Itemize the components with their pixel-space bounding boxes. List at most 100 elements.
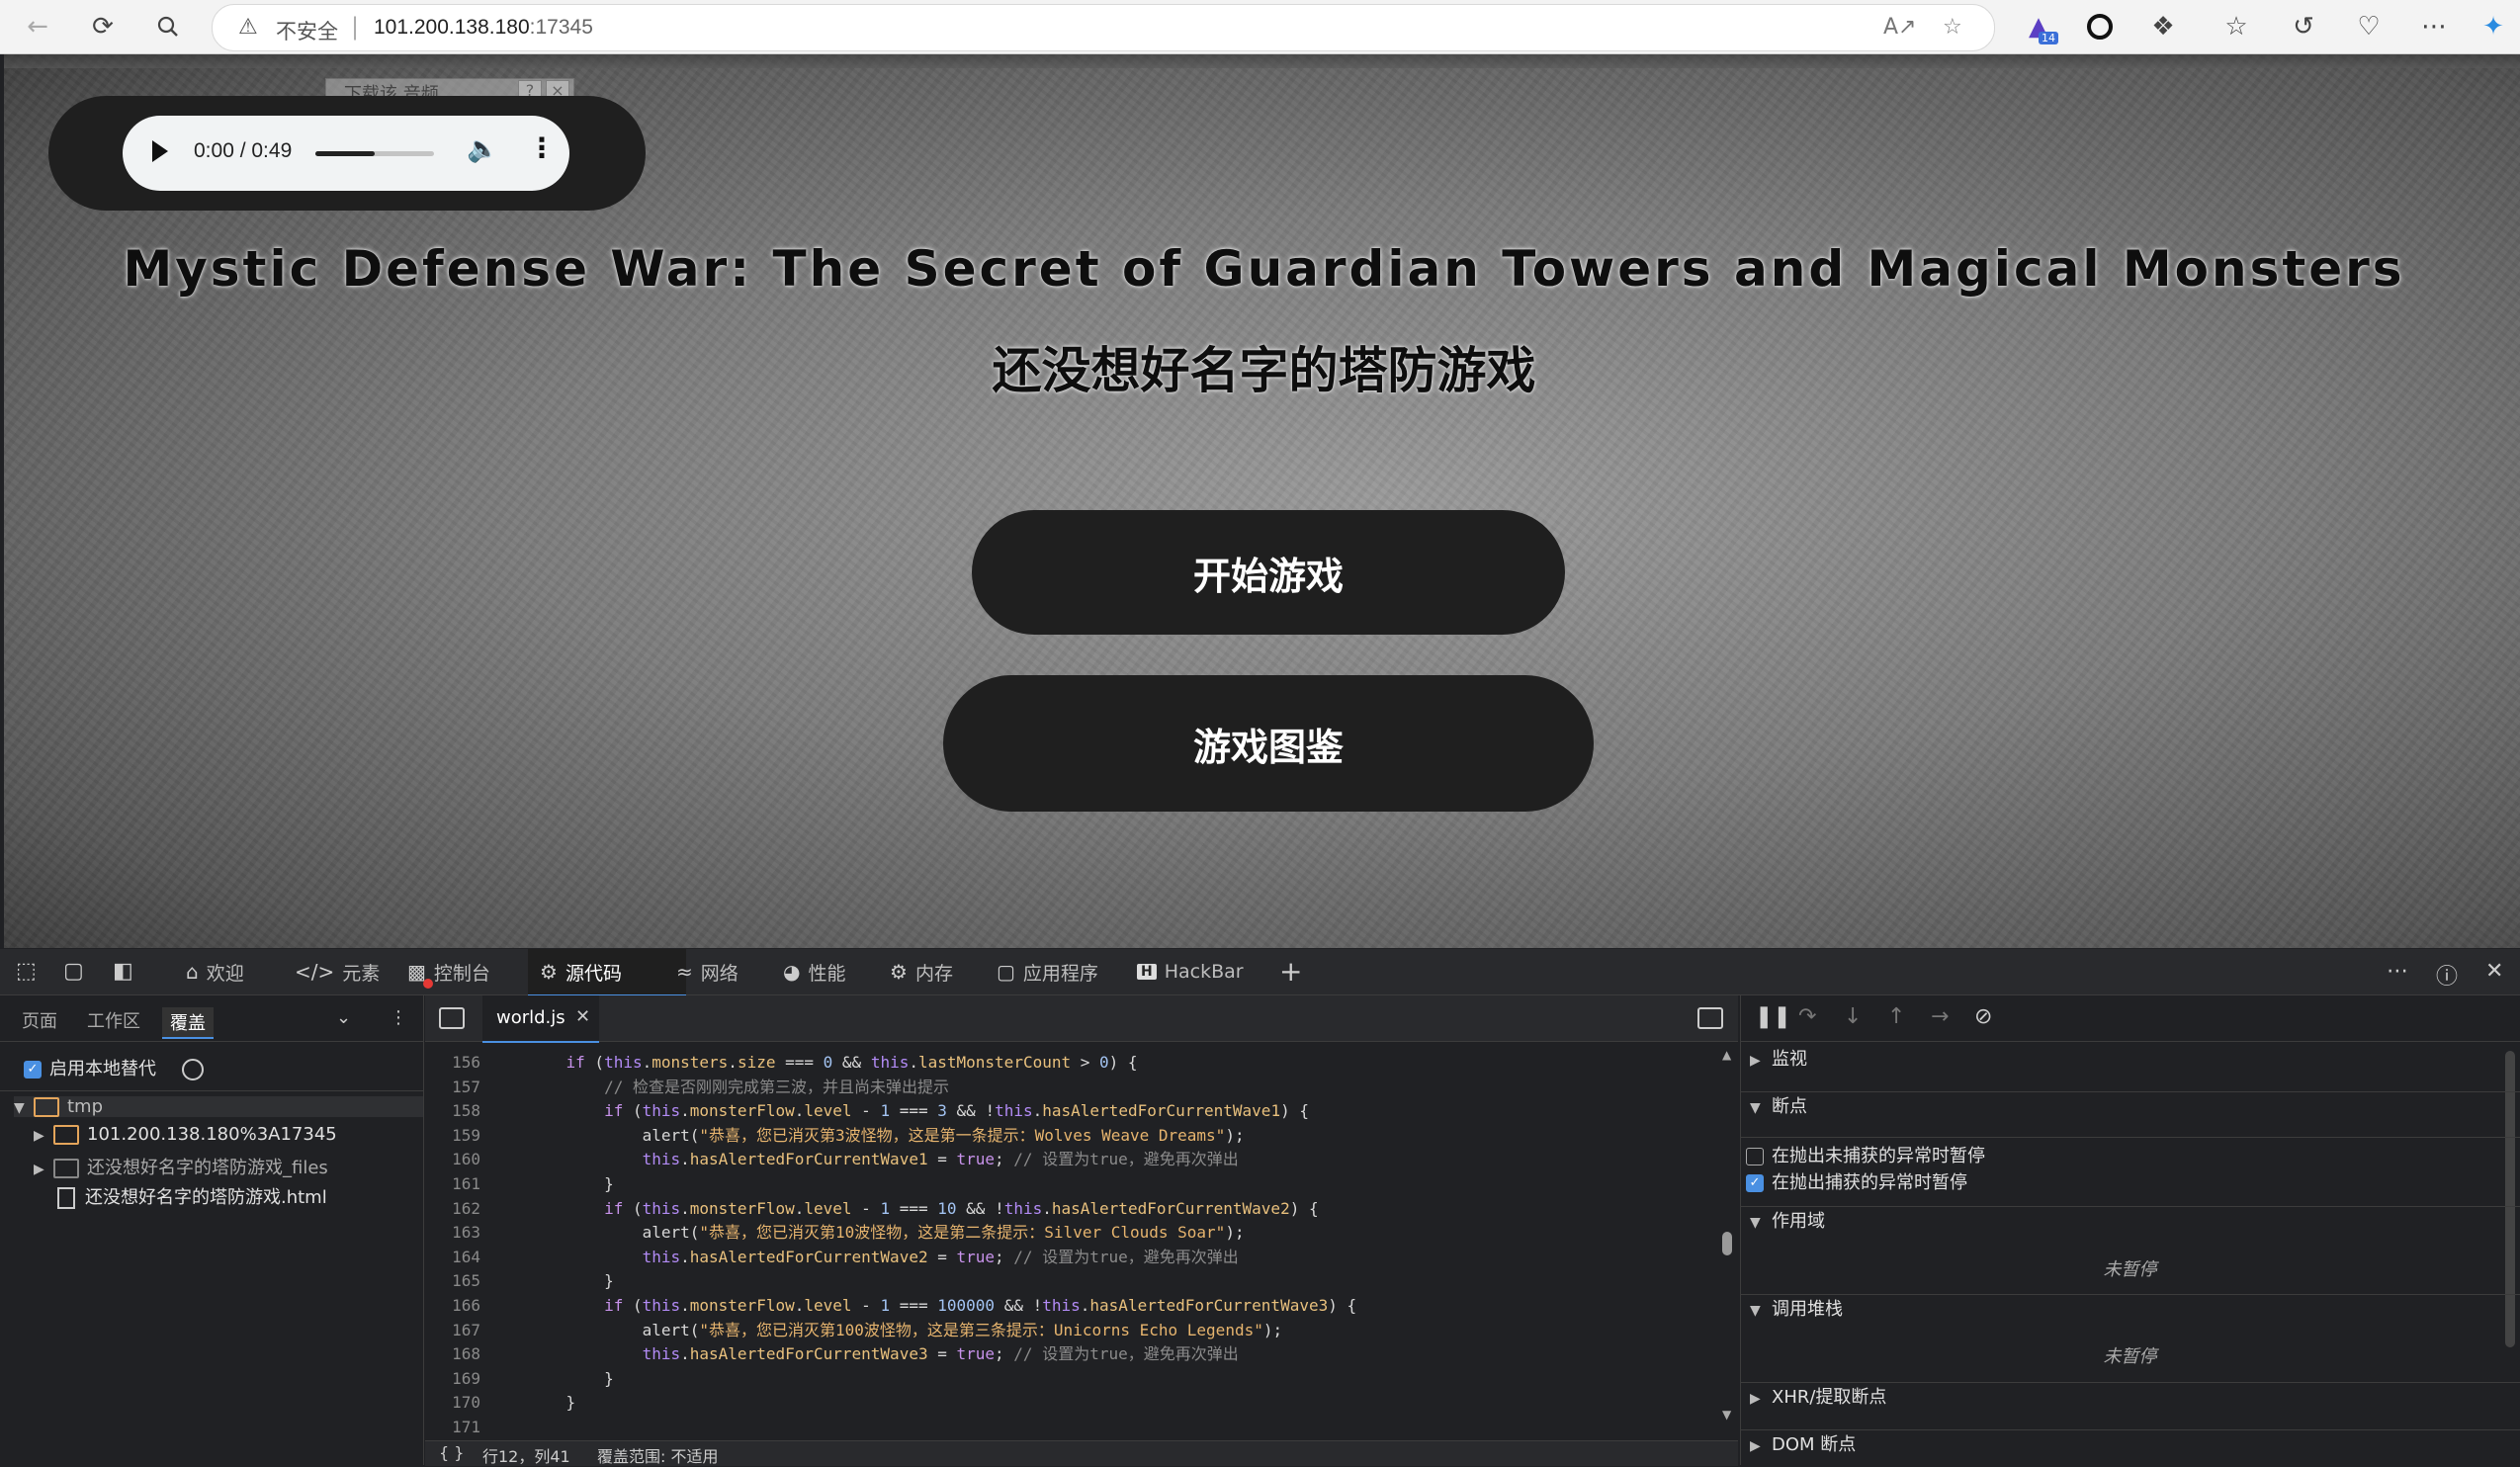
step-over-icon[interactable]: ↷ [1798, 1004, 1816, 1029]
game-gallery-button[interactable]: 游戏图鉴 [943, 675, 1594, 812]
nav-tab-overrides[interactable]: 覆盖 [162, 1007, 214, 1039]
line-number[interactable]: 163 [425, 1220, 480, 1245]
performance-icon[interactable]: ♡ [2351, 9, 2387, 44]
code-line[interactable]: 164 this.hasAlertedForCurrentWave2 = tru… [425, 1245, 1720, 1269]
section-watch[interactable]: ▶ 监视 [1740, 1045, 2520, 1084]
favorites-icon[interactable]: ☆ [2218, 9, 2254, 44]
copilot-icon[interactable]: ✦ [2476, 9, 2511, 44]
line-number[interactable]: 156 [425, 1050, 480, 1075]
tree-root-tmp[interactable]: ▼ tmp [14, 1096, 423, 1117]
play-icon[interactable] [152, 140, 168, 162]
line-number[interactable]: 157 [425, 1075, 480, 1099]
line-number[interactable]: 169 [425, 1366, 480, 1391]
code-line[interactable]: 167 alert("恭喜，您已消灭第100波怪物，这是第三条提示：Unicor… [425, 1318, 1720, 1342]
pause-uncaught-checkbox[interactable]: 在抛出未捕获的异常时暂停 [1746, 1142, 1985, 1167]
tree-item-host[interactable]: ▶ 101.200.138.180%3A17345 [34, 1124, 337, 1145]
nav-tab-workspace[interactable]: 工作区 [87, 1007, 140, 1033]
record-icon[interactable] [2082, 9, 2118, 44]
more-options-icon[interactable]: ⋮ [528, 131, 556, 164]
read-aloud-icon[interactable]: A↗ [1883, 15, 1916, 40]
inspect-icon[interactable]: ⬚ [16, 959, 37, 984]
editor-scroll-thumb[interactable] [1722, 1232, 1732, 1255]
tab-welcome[interactable]: ⌂ 欢迎 [174, 949, 256, 994]
back-icon[interactable]: ← [20, 9, 55, 44]
address-bar[interactable]: ⚠ 不安全 | 101.200.138.180:17345 A↗ ☆ [212, 4, 1995, 51]
nav-more-icon[interactable]: ⋮ [390, 1007, 407, 1028]
pretty-print-icon[interactable]: { } [439, 1443, 464, 1462]
step-into-icon[interactable]: ↓ [1844, 1004, 1862, 1029]
line-number[interactable]: 166 [425, 1293, 480, 1318]
toggle-debugger-icon[interactable] [1697, 1007, 1723, 1029]
line-number[interactable]: 165 [425, 1268, 480, 1293]
code-line[interactable]: 160 this.hasAlertedForCurrentWave1 = tru… [425, 1147, 1720, 1171]
line-number[interactable]: 168 [425, 1341, 480, 1366]
editor-tab-world-js[interactable]: world.js ✕ [482, 995, 599, 1043]
extension-icon[interactable]: ▲ 14 [2021, 9, 2058, 44]
code-line[interactable]: 157 // 检查是否刚刚完成第三波，并且尚未弹出提示 [425, 1075, 1720, 1099]
pause-icon[interactable]: ❚❚ [1755, 1004, 1791, 1029]
section-call-stack[interactable]: ▼ 调用堆栈 [1740, 1294, 2520, 1335]
section-dom-breakpoints[interactable]: ▶ DOM 断点 [1740, 1429, 2520, 1466]
step-out-icon[interactable]: ↑ [1887, 1004, 1905, 1029]
close-devtools-icon[interactable]: ✕ [2485, 959, 2503, 984]
section-scope[interactable]: ▼ 作用域 [1740, 1206, 2520, 1247]
url-text[interactable]: 101.200.138.180:17345 [374, 16, 593, 40]
insecure-label[interactable]: 不安全 [276, 16, 338, 45]
tab-application[interactable]: ▢ 应用程序 [985, 949, 1110, 994]
chevron-down-icon[interactable]: ⌄ [336, 1007, 351, 1028]
code-line[interactable]: 156 if (this.monsters.size === 0 && this… [425, 1050, 1720, 1075]
editor-scrollbar[interactable]: ▲ ▼ [1720, 1048, 1734, 1424]
favorite-star-icon[interactable]: ☆ [1943, 15, 1962, 40]
menu-dots-icon[interactable]: ⋯ [2416, 9, 2452, 44]
code-line[interactable]: 171 [425, 1415, 1720, 1439]
line-number[interactable]: 159 [425, 1123, 480, 1148]
more-tools-icon[interactable]: ⋯ [2387, 959, 2408, 984]
help-icon[interactable]: ⓘ [2436, 959, 2458, 991]
code-line[interactable]: 166 if (this.monsterFlow.level - 1 === 1… [425, 1293, 1720, 1318]
start-game-button[interactable]: 开始游戏 [972, 510, 1565, 635]
history-icon[interactable]: ↺ [2286, 9, 2321, 44]
code-line[interactable]: 159 alert("恭喜，您已消灭第3波怪物，这是第一条提示：Wolves W… [425, 1123, 1720, 1148]
enable-override-checkbox[interactable]: ✓ 启用本地替代 [24, 1055, 204, 1080]
warning-icon[interactable]: ⚠ [238, 15, 258, 40]
pause-caught-checkbox[interactable]: ✓ 在抛出捕获的异常时暂停 [1746, 1168, 1967, 1194]
toggle-navigator-icon[interactable] [439, 1007, 465, 1029]
code-line[interactable]: 165 } [425, 1268, 1720, 1293]
nav-tab-page[interactable]: 页面 [22, 1007, 57, 1033]
line-number[interactable]: 161 [425, 1171, 480, 1196]
code-line[interactable]: 169 } [425, 1366, 1720, 1391]
audio-player[interactable]: 0:00 / 0:49 🔈 ⋮ [123, 116, 569, 191]
tab-performance[interactable]: ◕ 性能 [771, 949, 857, 994]
tree-item-html[interactable]: 还没想好名字的塔防游戏.html [57, 1183, 327, 1209]
clear-overrides-icon[interactable] [182, 1059, 204, 1080]
tab-elements[interactable]: </> 元素 [283, 949, 391, 994]
add-tab-icon[interactable]: + [1279, 955, 1302, 988]
code-line[interactable]: 170 } [425, 1390, 1720, 1415]
section-xhr-breakpoints[interactable]: ▶ XHR/提取断点 [1740, 1382, 2520, 1423]
deactivate-breakpoints-icon[interactable]: ⊘ [1974, 1004, 1992, 1029]
tree-item-files[interactable]: ▶ 还没想好名字的塔防游戏_files [34, 1154, 328, 1179]
tab-console[interactable]: ▩ 控制台 [395, 949, 502, 994]
tab-memory[interactable]: ⚙ 内存 [878, 949, 965, 994]
code-line[interactable]: 168 this.hasAlertedForCurrentWave3 = tru… [425, 1341, 1720, 1366]
line-number[interactable]: 164 [425, 1245, 480, 1269]
line-number[interactable]: 160 [425, 1147, 480, 1171]
line-number[interactable]: 171 [425, 1415, 480, 1439]
reload-icon[interactable]: ⟳ [85, 9, 121, 44]
puzzle-icon[interactable]: ❖ [2145, 9, 2181, 44]
volume-slider[interactable] [315, 151, 434, 156]
code-line[interactable]: 158 if (this.monsterFlow.level - 1 === 3… [425, 1098, 1720, 1123]
device-emulation-icon[interactable]: ▢ [63, 959, 84, 984]
code-line[interactable]: 163 alert("恭喜，您已消灭第10波怪物，这是第二条提示：Silver … [425, 1220, 1720, 1245]
section-breakpoints[interactable]: ▼ 断点 [1740, 1091, 2520, 1132]
line-number[interactable]: 170 [425, 1390, 480, 1415]
line-number[interactable]: 162 [425, 1196, 480, 1221]
code-line[interactable]: 162 if (this.monsterFlow.level - 1 === 1… [425, 1196, 1720, 1221]
dock-side-icon[interactable]: ◧ [113, 959, 133, 984]
step-icon[interactable]: → [1931, 1004, 1949, 1029]
tab-network[interactable]: ≈ 网络 [664, 949, 750, 994]
scroll-up-icon[interactable]: ▲ [1722, 1048, 1731, 1062]
scroll-down-icon[interactable]: ▼ [1722, 1408, 1731, 1422]
search-icon[interactable] [150, 9, 186, 44]
close-tab-icon[interactable]: ✕ [575, 1006, 590, 1027]
